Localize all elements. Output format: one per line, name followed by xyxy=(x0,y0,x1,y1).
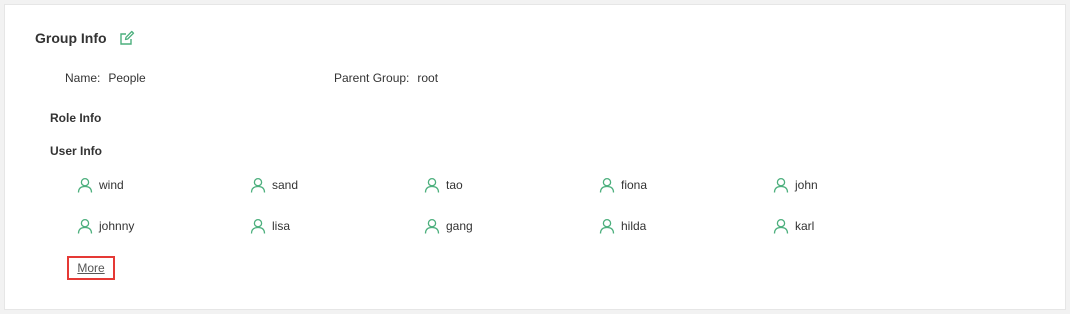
user-name: johnny xyxy=(99,219,135,233)
edit-icon[interactable] xyxy=(119,30,135,46)
parent-group-label: Parent Group: xyxy=(334,71,410,85)
user-item[interactable]: hilda xyxy=(599,218,646,234)
user-icon xyxy=(424,177,446,193)
name-field: Name: People xyxy=(65,71,146,85)
group-info-header: Group Info xyxy=(35,30,135,46)
user-item[interactable]: sand xyxy=(250,177,298,193)
user-name: lisa xyxy=(272,219,291,233)
user-item[interactable]: johnny xyxy=(77,218,134,234)
more-link[interactable]: More xyxy=(67,256,115,280)
user-item[interactable]: wind xyxy=(77,177,124,193)
parent-group-value: root xyxy=(417,71,439,85)
user-icon xyxy=(599,218,621,234)
user-item[interactable]: lisa xyxy=(250,218,290,234)
user-item[interactable]: tao xyxy=(424,177,463,193)
user-icon xyxy=(77,218,99,234)
role-info-title: Role Info xyxy=(50,111,102,125)
user-item[interactable]: gang xyxy=(424,218,473,234)
user-icon xyxy=(77,177,99,193)
user-name: tao xyxy=(446,178,463,192)
user-item[interactable]: karl xyxy=(773,218,814,234)
user-icon xyxy=(250,177,272,193)
parent-group-field: Parent Group: root xyxy=(334,71,438,85)
user-info-title: User Info xyxy=(50,144,103,158)
user-name: hilda xyxy=(621,219,647,233)
user-item[interactable]: john xyxy=(773,177,818,193)
user-name: john xyxy=(795,178,818,192)
user-icon xyxy=(599,177,621,193)
user-item[interactable]: fiona xyxy=(599,177,647,193)
user-icon xyxy=(424,218,446,234)
group-info-card: Group Info Name: People Parent Group: root… xyxy=(4,4,1066,310)
user-name: fiona xyxy=(621,178,648,192)
user-icon xyxy=(250,218,272,234)
user-name: karl xyxy=(795,219,815,233)
user-icon xyxy=(773,177,795,193)
user-name: wind xyxy=(99,178,124,192)
name-label: Name: xyxy=(65,71,101,85)
group-info-title: Group Info xyxy=(35,30,107,46)
user-name: gang xyxy=(446,219,473,233)
user-icon xyxy=(773,218,795,234)
name-value: People xyxy=(108,71,146,85)
user-name: sand xyxy=(272,178,299,192)
